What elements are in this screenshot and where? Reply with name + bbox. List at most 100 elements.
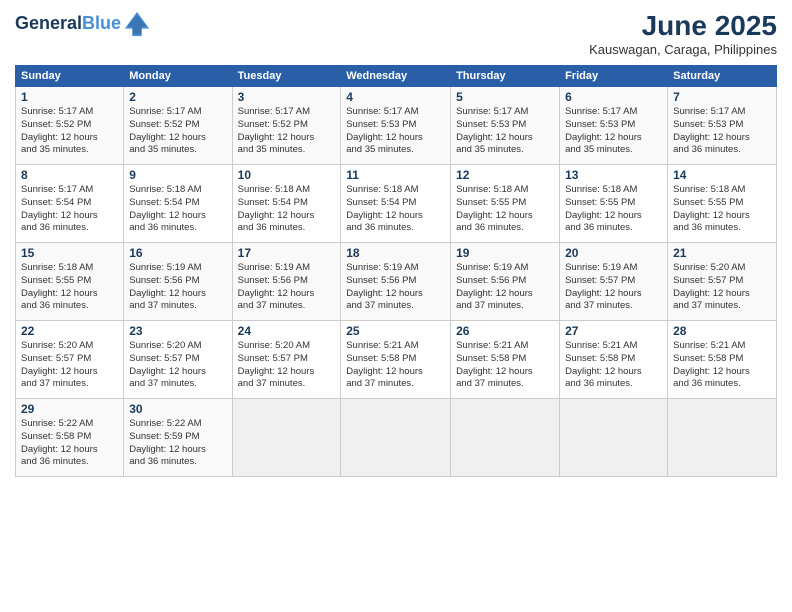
calendar-cell: 22 Sunrise: 5:20 AMSunset: 5:57 PMDayligh… <box>16 321 124 399</box>
calendar-week-5: 29 Sunrise: 5:22 AMSunset: 5:58 PMDayligh… <box>16 399 777 477</box>
column-header-saturday: Saturday <box>668 66 777 87</box>
day-info: Sunrise: 5:20 AMSunset: 5:57 PMDaylight:… <box>129 340 226 391</box>
day-number: 5 <box>456 90 554 104</box>
calendar-cell: 2 Sunrise: 5:17 AMSunset: 5:52 PMDaylight… <box>124 87 232 165</box>
day-number: 16 <box>129 246 226 260</box>
calendar-cell: 12 Sunrise: 5:18 AMSunset: 5:55 PMDayligh… <box>451 165 560 243</box>
day-info: Sunrise: 5:17 AMSunset: 5:52 PMDaylight:… <box>238 106 336 157</box>
day-number: 12 <box>456 168 554 182</box>
day-info: Sunrise: 5:19 AMSunset: 5:56 PMDaylight:… <box>346 262 445 313</box>
calendar-cell: 1Sunrise: 5:17 AMSunset: 5:52 PMDaylight… <box>16 87 124 165</box>
calendar-page: GeneralBlue June 2025 Kauswagan, Caraga,… <box>0 0 792 612</box>
day-info: Sunrise: 5:21 AMSunset: 5:58 PMDaylight:… <box>456 340 554 391</box>
day-info: Sunrise: 5:18 AMSunset: 5:55 PMDaylight:… <box>21 262 118 313</box>
calendar-cell: 19 Sunrise: 5:19 AMSunset: 5:56 PMDayligh… <box>451 243 560 321</box>
calendar-table: SundayMondayTuesdayWednesdayThursdayFrid… <box>15 65 777 477</box>
calendar-cell: 6 Sunrise: 5:17 AMSunset: 5:53 PMDaylight… <box>560 87 668 165</box>
day-number: 18 <box>346 246 445 260</box>
calendar-cell <box>560 399 668 477</box>
calendar-cell <box>451 399 560 477</box>
column-header-wednesday: Wednesday <box>341 66 451 87</box>
day-number: 19 <box>456 246 554 260</box>
calendar-cell: 17 Sunrise: 5:19 AMSunset: 5:56 PMDayligh… <box>232 243 341 321</box>
day-info: Sunrise: 5:17 AMSunset: 5:52 PMDaylight:… <box>21 106 118 157</box>
day-number: 3 <box>238 90 336 104</box>
column-header-friday: Friday <box>560 66 668 87</box>
day-info: Sunrise: 5:17 AMSunset: 5:53 PMDaylight:… <box>346 106 445 157</box>
calendar-cell: 11 Sunrise: 5:18 AMSunset: 5:54 PMDayligh… <box>341 165 451 243</box>
column-header-tuesday: Tuesday <box>232 66 341 87</box>
day-info: Sunrise: 5:17 AMSunset: 5:53 PMDaylight:… <box>565 106 662 157</box>
day-number: 9 <box>129 168 226 182</box>
day-number: 20 <box>565 246 662 260</box>
calendar-cell: 24 Sunrise: 5:20 AMSunset: 5:57 PMDayligh… <box>232 321 341 399</box>
day-number: 11 <box>346 168 445 182</box>
calendar-cell: 30Sunrise: 5:22 AMSunset: 5:59 PMDayligh… <box>124 399 232 477</box>
day-number: 14 <box>673 168 771 182</box>
calendar-cell: 14Sunrise: 5:18 AMSunset: 5:55 PMDayligh… <box>668 165 777 243</box>
calendar-week-2: 8 Sunrise: 5:17 AMSunset: 5:54 PMDaylight… <box>16 165 777 243</box>
day-info: Sunrise: 5:22 AMSunset: 5:58 PMDaylight:… <box>21 418 118 469</box>
calendar-cell: 23 Sunrise: 5:20 AMSunset: 5:57 PMDayligh… <box>124 321 232 399</box>
day-info: Sunrise: 5:20 AMSunset: 5:57 PMDaylight:… <box>238 340 336 391</box>
calendar-cell: 27Sunrise: 5:21 AMSunset: 5:58 PMDayligh… <box>560 321 668 399</box>
day-number: 17 <box>238 246 336 260</box>
day-number: 24 <box>238 324 336 338</box>
day-number: 30 <box>129 402 226 416</box>
day-number: 21 <box>673 246 771 260</box>
calendar-body: 1Sunrise: 5:17 AMSunset: 5:52 PMDaylight… <box>16 87 777 477</box>
day-number: 6 <box>565 90 662 104</box>
day-number: 15 <box>21 246 118 260</box>
day-number: 13 <box>565 168 662 182</box>
day-info: Sunrise: 5:17 AMSunset: 5:54 PMDaylight:… <box>21 184 118 235</box>
calendar-subtitle: Kauswagan, Caraga, Philippines <box>589 42 777 57</box>
day-number: 29 <box>21 402 118 416</box>
calendar-cell: 29 Sunrise: 5:22 AMSunset: 5:58 PMDayligh… <box>16 399 124 477</box>
day-info: Sunrise: 5:19 AMSunset: 5:57 PMDaylight:… <box>565 262 662 313</box>
day-number: 25 <box>346 324 445 338</box>
calendar-week-4: 22 Sunrise: 5:20 AMSunset: 5:57 PMDayligh… <box>16 321 777 399</box>
day-info: Sunrise: 5:21 AMSunset: 5:58 PMDaylight:… <box>346 340 445 391</box>
calendar-cell <box>341 399 451 477</box>
calendar-cell: 20 Sunrise: 5:19 AMSunset: 5:57 PMDayligh… <box>560 243 668 321</box>
calendar-cell: 4 Sunrise: 5:17 AMSunset: 5:53 PMDaylight… <box>341 87 451 165</box>
day-info: Sunrise: 5:18 AMSunset: 5:55 PMDaylight:… <box>456 184 554 235</box>
calendar-cell: 18 Sunrise: 5:19 AMSunset: 5:56 PMDayligh… <box>341 243 451 321</box>
day-info: Sunrise: 5:20 AMSunset: 5:57 PMDaylight:… <box>21 340 118 391</box>
day-number: 2 <box>129 90 226 104</box>
day-info: Sunrise: 5:21 AMSunset: 5:58 PMDaylight:… <box>673 340 771 391</box>
calendar-cell <box>232 399 341 477</box>
day-info: Sunrise: 5:18 AMSunset: 5:54 PMDaylight:… <box>346 184 445 235</box>
day-info: Sunrise: 5:18 AMSunset: 5:54 PMDaylight:… <box>238 184 336 235</box>
day-number: 4 <box>346 90 445 104</box>
day-number: 22 <box>21 324 118 338</box>
day-number: 7 <box>673 90 771 104</box>
day-info: Sunrise: 5:18 AMSunset: 5:55 PMDaylight:… <box>565 184 662 235</box>
title-block: June 2025 Kauswagan, Caraga, Philippines <box>589 10 777 57</box>
column-header-sunday: Sunday <box>16 66 124 87</box>
calendar-cell <box>668 399 777 477</box>
calendar-title: June 2025 <box>589 10 777 42</box>
calendar-cell: 26Sunrise: 5:21 AMSunset: 5:58 PMDayligh… <box>451 321 560 399</box>
calendar-cell: 25 Sunrise: 5:21 AMSunset: 5:58 PMDayligh… <box>341 321 451 399</box>
day-number: 10 <box>238 168 336 182</box>
day-info: Sunrise: 5:21 AMSunset: 5:58 PMDaylight:… <box>565 340 662 391</box>
day-info: Sunrise: 5:17 AMSunset: 5:53 PMDaylight:… <box>456 106 554 157</box>
day-number: 8 <box>21 168 118 182</box>
day-number: 23 <box>129 324 226 338</box>
logo-text: GeneralBlue <box>15 14 121 34</box>
day-info: Sunrise: 5:19 AMSunset: 5:56 PMDaylight:… <box>456 262 554 313</box>
day-info: Sunrise: 5:19 AMSunset: 5:56 PMDaylight:… <box>238 262 336 313</box>
calendar-header-row: SundayMondayTuesdayWednesdayThursdayFrid… <box>16 66 777 87</box>
calendar-cell: 5 Sunrise: 5:17 AMSunset: 5:53 PMDaylight… <box>451 87 560 165</box>
day-info: Sunrise: 5:19 AMSunset: 5:56 PMDaylight:… <box>129 262 226 313</box>
calendar-cell: 7 Sunrise: 5:17 AMSunset: 5:53 PMDaylight… <box>668 87 777 165</box>
calendar-cell: 9Sunrise: 5:18 AMSunset: 5:54 PMDaylight… <box>124 165 232 243</box>
calendar-cell: 10 Sunrise: 5:18 AMSunset: 5:54 PMDayligh… <box>232 165 341 243</box>
day-info: Sunrise: 5:17 AMSunset: 5:52 PMDaylight:… <box>129 106 226 157</box>
calendar-cell: 13 Sunrise: 5:18 AMSunset: 5:55 PMDayligh… <box>560 165 668 243</box>
page-header: GeneralBlue June 2025 Kauswagan, Caraga,… <box>15 10 777 57</box>
day-info: Sunrise: 5:17 AMSunset: 5:53 PMDaylight:… <box>673 106 771 157</box>
column-header-thursday: Thursday <box>451 66 560 87</box>
calendar-week-1: 1Sunrise: 5:17 AMSunset: 5:52 PMDaylight… <box>16 87 777 165</box>
